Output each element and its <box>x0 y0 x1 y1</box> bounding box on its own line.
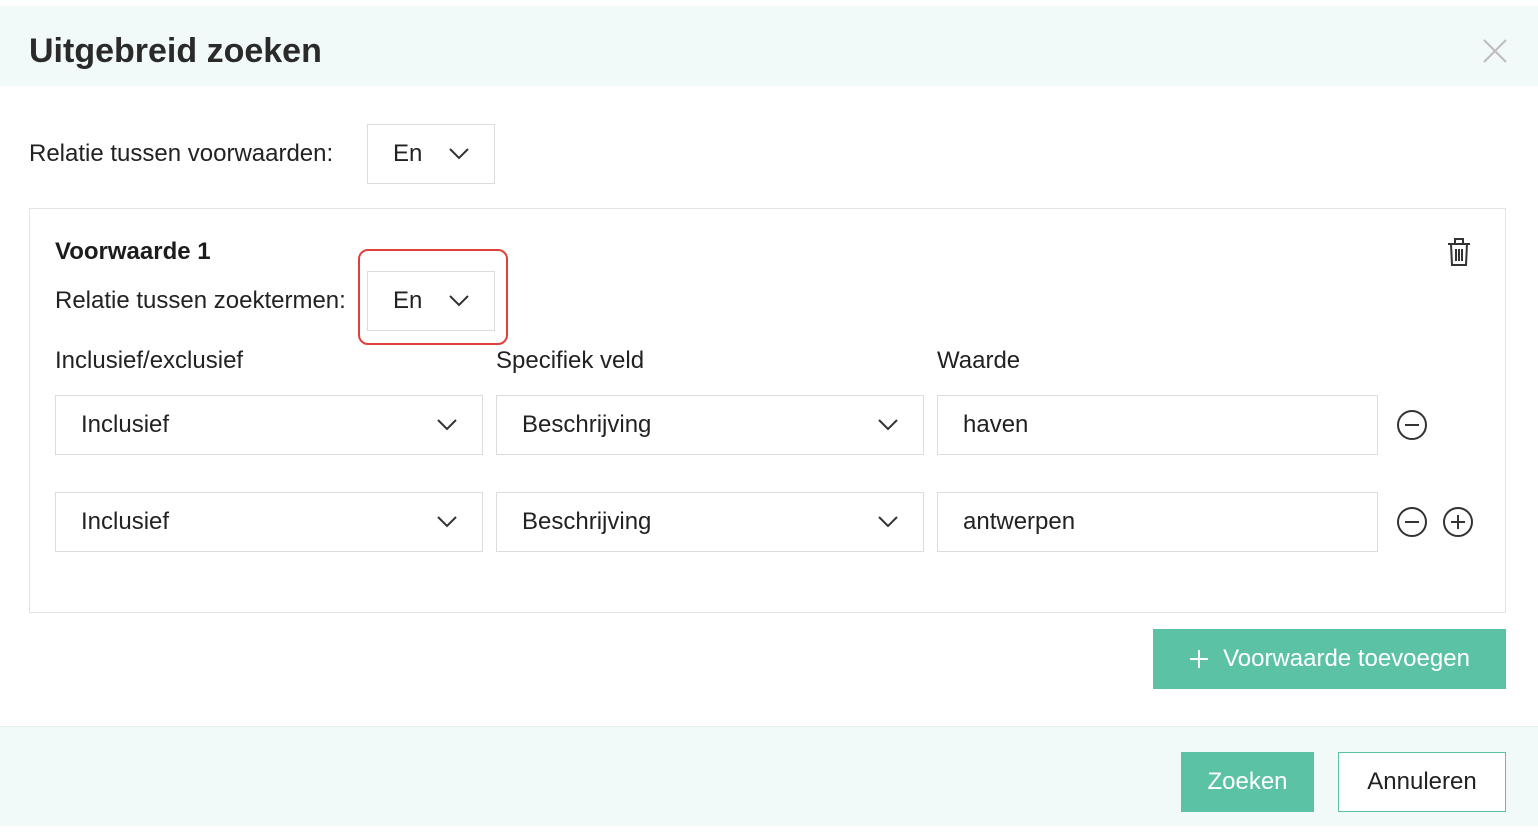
column-header-field: Specifiek veld <box>496 347 645 374</box>
value-input[interactable] <box>937 492 1378 552</box>
global-relation-select[interactable]: En <box>367 124 495 184</box>
value-input[interactable] <box>937 395 1378 455</box>
term-relation-value: En <box>393 287 423 314</box>
close-icon[interactable] <box>1480 36 1510 66</box>
chevron-down-icon <box>437 516 457 528</box>
search-button-label: Zoeken <box>1207 768 1288 795</box>
inclusion-select[interactable]: Inclusief <box>55 492 483 552</box>
inclusion-value: Inclusief <box>81 411 170 438</box>
minus-circle-icon[interactable] <box>1396 506 1428 538</box>
chevron-down-icon <box>449 295 469 307</box>
trash-icon[interactable] <box>1443 236 1475 268</box>
chevron-down-icon <box>449 148 469 160</box>
cancel-button-label: Annuleren <box>1367 768 1477 795</box>
field-value: Beschrijving <box>522 508 652 535</box>
inclusion-select[interactable]: Inclusief <box>55 395 483 455</box>
search-button[interactable]: Zoeken <box>1181 752 1314 812</box>
global-relation-label: Relatie tussen voorwaarden: <box>29 140 334 167</box>
global-relation-value: En <box>393 140 423 167</box>
field-select[interactable]: Beschrijving <box>496 395 924 455</box>
plus-circle-icon[interactable] <box>1442 506 1474 538</box>
chevron-down-icon <box>878 516 898 528</box>
field-select[interactable]: Beschrijving <box>496 492 924 552</box>
add-condition-button[interactable]: Voorwaarde toevoegen <box>1153 629 1506 689</box>
term-relation-select[interactable]: En <box>367 271 495 331</box>
chevron-down-icon <box>878 419 898 431</box>
term-relation-label: Relatie tussen zoektermen: <box>55 287 346 314</box>
dialog-title: Uitgebreid zoeken <box>29 32 322 70</box>
minus-circle-icon[interactable] <box>1396 409 1428 441</box>
column-header-value: Waarde <box>937 347 1021 374</box>
dialog-header: Uitgebreid zoeken <box>0 6 1538 86</box>
cancel-button[interactable]: Annuleren <box>1338 752 1506 812</box>
condition-title: Voorwaarde 1 <box>55 238 211 265</box>
plus-icon <box>1190 650 1209 668</box>
field-value: Beschrijving <box>522 411 652 438</box>
column-header-inclusion: Inclusief/exclusief <box>55 347 244 374</box>
add-condition-label: Voorwaarde toevoegen <box>1223 645 1470 672</box>
chevron-down-icon <box>437 419 457 431</box>
inclusion-value: Inclusief <box>81 508 170 535</box>
